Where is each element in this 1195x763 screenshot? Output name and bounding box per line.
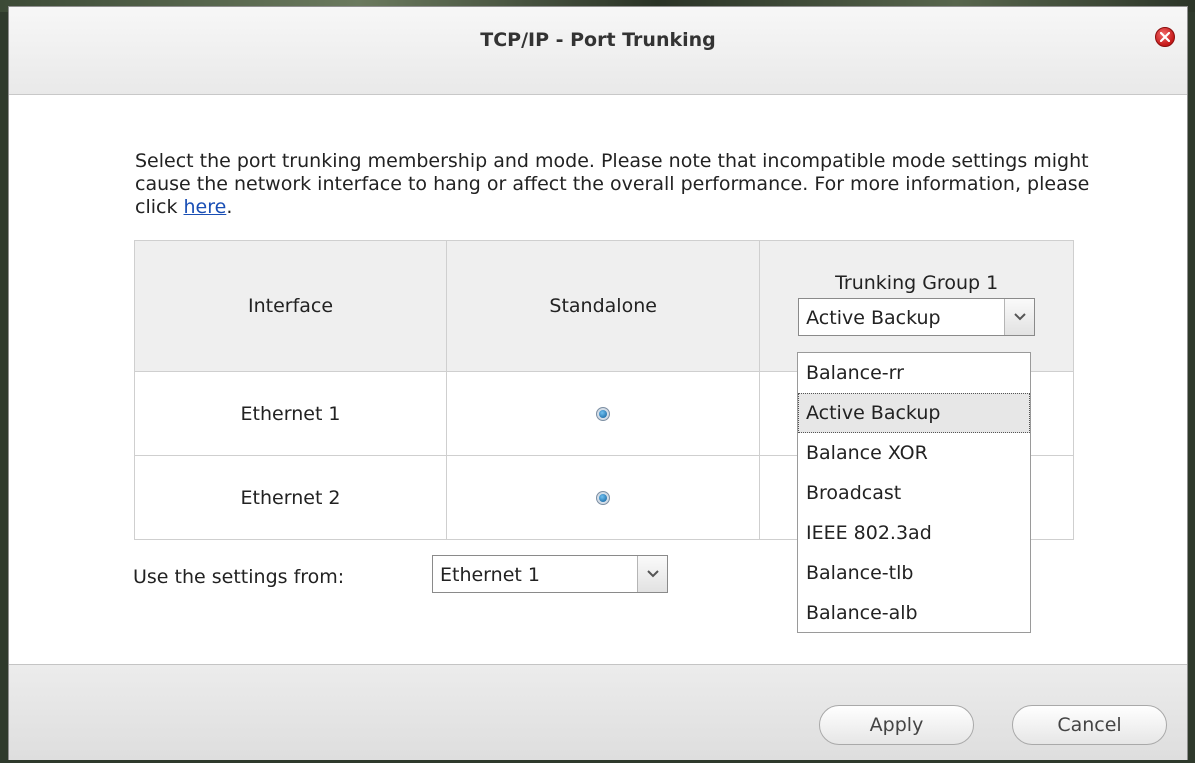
dialog-footer: Apply Cancel xyxy=(9,664,1187,760)
trunking-mode-dropdown: Balance-rr Active Backup Balance XOR Bro… xyxy=(797,352,1031,633)
header-interface: Interface xyxy=(133,240,448,372)
dropdown-option-balance-xor[interactable]: Balance XOR xyxy=(798,433,1030,473)
interface-name: Ethernet 1 xyxy=(133,371,448,456)
header-standalone: Standalone xyxy=(446,240,761,372)
chevron-down-icon[interactable] xyxy=(637,556,667,592)
close-icon[interactable] xyxy=(1155,27,1175,47)
settings-from-select[interactable]: Ethernet 1 xyxy=(432,555,668,593)
interface-name: Ethernet 2 xyxy=(133,455,448,540)
dropdown-option-ieee-8023ad[interactable]: IEEE 802.3ad xyxy=(798,513,1030,553)
chevron-down-icon[interactable] xyxy=(1004,298,1035,335)
standalone-radio-ethernet-1[interactable] xyxy=(596,407,611,421)
dropdown-option-broadcast[interactable]: Broadcast xyxy=(798,473,1030,513)
apply-button[interactable]: Apply xyxy=(819,705,974,745)
standalone-radio-ethernet-2[interactable] xyxy=(596,491,611,505)
trunking-mode-select[interactable]: Active Backup xyxy=(798,297,1036,336)
dropdown-option-active-backup[interactable]: Active Backup xyxy=(798,393,1030,433)
dialog-description: Select the port trunking membership and … xyxy=(135,150,1095,219)
settings-from-label: Use the settings from: xyxy=(133,566,345,588)
standalone-cell xyxy=(446,371,761,456)
trunking-mode-value: Active Backup xyxy=(806,306,941,329)
dialog-title: TCP/IP - Port Trunking xyxy=(480,29,716,51)
help-link[interactable]: here xyxy=(184,196,227,218)
cancel-button[interactable]: Cancel xyxy=(1012,705,1167,745)
dialog-titlebar: TCP/IP - Port Trunking xyxy=(9,7,1187,95)
description-end: . xyxy=(226,196,233,218)
trunking-group-label: Trunking Group 1 xyxy=(835,271,999,294)
dropdown-option-balance-alb[interactable]: Balance-alb xyxy=(798,593,1030,633)
standalone-cell xyxy=(446,455,761,540)
dropdown-option-balance-tlb[interactable]: Balance-tlb xyxy=(798,553,1030,593)
description-text: Select the port trunking membership and … xyxy=(135,150,1090,218)
dropdown-option-balance-rr[interactable]: Balance-rr xyxy=(798,353,1030,393)
settings-from-value: Ethernet 1 xyxy=(440,564,540,586)
